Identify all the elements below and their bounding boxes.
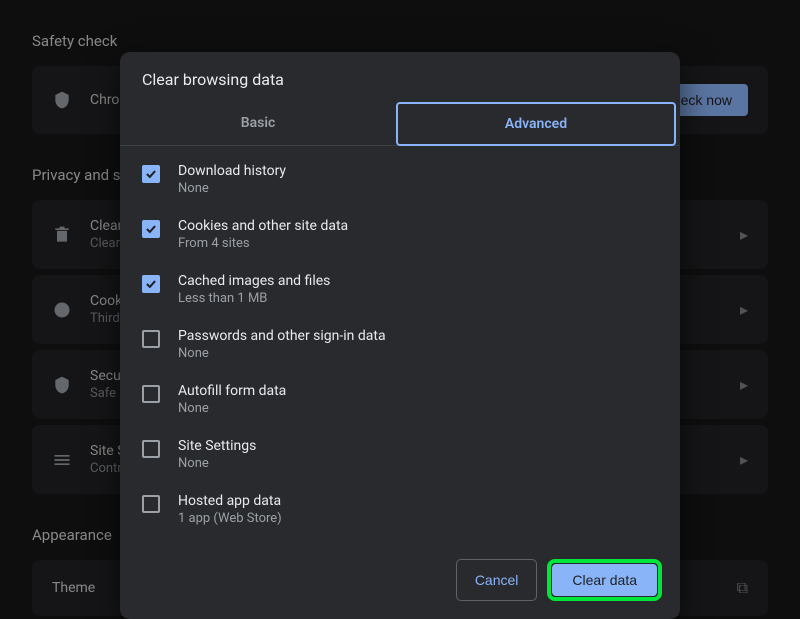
dialog-item-sub: From 4 sites xyxy=(178,236,348,251)
cancel-button[interactable]: Cancel xyxy=(456,559,538,601)
dialog-tabs: Basic Advanced xyxy=(120,103,680,146)
dialog-item-sub: 1 app (Web Store) xyxy=(178,511,282,526)
checkbox[interactable] xyxy=(142,165,160,183)
dialog-item-label: Cookies and other site data xyxy=(178,218,348,234)
dialog-item[interactable]: Autofill form data None xyxy=(142,372,658,427)
dialog-overlay: Clear browsing data Basic Advanced Downl… xyxy=(0,0,800,601)
dialog-item[interactable]: Download history None xyxy=(142,152,658,207)
tab-advanced[interactable]: Advanced xyxy=(396,102,676,146)
clear-data-button[interactable]: Clear data xyxy=(552,564,657,596)
dialog-item-label: Passwords and other sign-in data xyxy=(178,328,386,344)
dialog-item[interactable]: Hosted app data 1 app (Web Store) xyxy=(142,482,658,537)
checkbox[interactable] xyxy=(142,440,160,458)
dialog-item[interactable]: Site Settings None xyxy=(142,427,658,482)
tab-basic[interactable]: Basic xyxy=(120,103,396,145)
dialog-item-label: Hosted app data xyxy=(178,493,282,509)
dialog-item[interactable]: Cached images and files Less than 1 MB xyxy=(142,262,658,317)
dialog-item-sub: None xyxy=(178,181,286,196)
checkbox[interactable] xyxy=(142,385,160,403)
clear-browsing-data-dialog: Clear browsing data Basic Advanced Downl… xyxy=(120,52,680,619)
checkbox[interactable] xyxy=(142,495,160,513)
dialog-item-sub: Less than 1 MB xyxy=(178,291,330,306)
dialog-item-label: Autofill form data xyxy=(178,383,286,399)
dialog-actions: Cancel Clear data xyxy=(120,547,680,619)
dialog-item-sub: None xyxy=(178,346,386,361)
checkbox[interactable] xyxy=(142,220,160,238)
checkbox[interactable] xyxy=(142,275,160,293)
checkbox[interactable] xyxy=(142,330,160,348)
clear-data-highlight: Clear data xyxy=(547,559,662,601)
dialog-items-list: Download history None Cookies and other si… xyxy=(120,146,680,547)
dialog-item-label: Site Settings xyxy=(178,438,256,454)
dialog-item-sub: None xyxy=(178,401,286,416)
dialog-item-label: Cached images and files xyxy=(178,273,330,289)
dialog-item-sub: None xyxy=(178,456,256,471)
dialog-item[interactable]: Passwords and other sign-in data None xyxy=(142,317,658,372)
dialog-item[interactable]: Cookies and other site data From 4 sites xyxy=(142,207,658,262)
dialog-item-label: Download history xyxy=(178,163,286,179)
dialog-title: Clear browsing data xyxy=(120,52,680,103)
